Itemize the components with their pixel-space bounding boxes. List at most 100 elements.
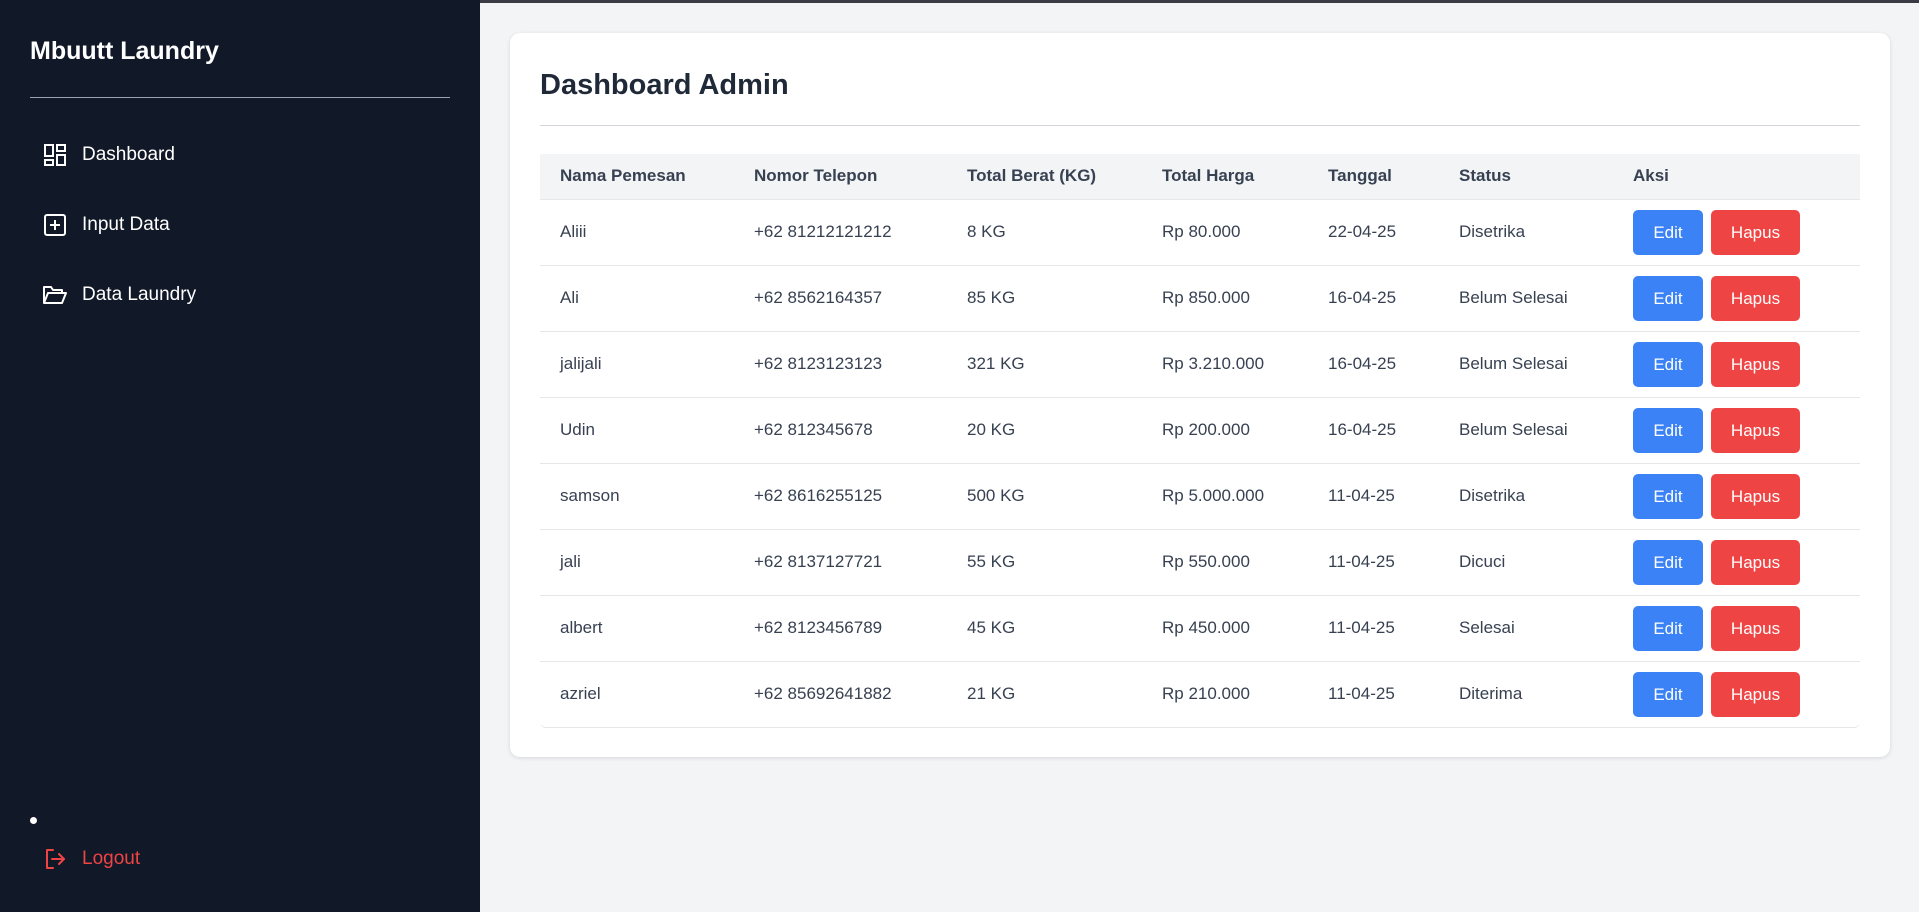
cell-status: Belum Selesai bbox=[1459, 354, 1568, 373]
cell-harga: Rp 850.000 bbox=[1162, 288, 1250, 307]
cell-harga: Rp 200.000 bbox=[1162, 420, 1250, 439]
brand-title: Mbuutt Laundry bbox=[30, 37, 219, 65]
table-row: Udin +62 812345678 20 KG Rp 200.000 16-0… bbox=[540, 397, 1860, 463]
edit-button[interactable]: Edit bbox=[1633, 209, 1703, 255]
cell-berat: 21 KG bbox=[967, 684, 1016, 704]
delete-button[interactable]: Hapus bbox=[1711, 341, 1800, 387]
logout-button[interactable]: Logout bbox=[42, 846, 140, 872]
cell-telepon: +62 81212121212 bbox=[754, 222, 892, 241]
cell-status: Diterima bbox=[1459, 684, 1523, 704]
delete-button[interactable]: Hapus bbox=[1711, 671, 1800, 717]
edit-button[interactable]: Edit bbox=[1633, 341, 1703, 387]
delete-button[interactable]: Hapus bbox=[1711, 539, 1800, 585]
delete-button[interactable]: Hapus bbox=[1711, 209, 1800, 255]
sidebar-item-data-laundry[interactable]: Data Laundry bbox=[30, 272, 450, 318]
cell-nama: albert bbox=[560, 618, 603, 637]
cell-aksi: Edit Hapus bbox=[1613, 397, 1860, 463]
cell-aksi: Edit Hapus bbox=[1613, 661, 1860, 727]
cell-harga: Rp 550.000 bbox=[1162, 552, 1250, 571]
cell-nama: jali bbox=[560, 552, 581, 571]
cell-telepon: +62 8123456789 bbox=[754, 618, 883, 637]
cell-nama: Aliii bbox=[560, 222, 587, 241]
cell-aksi: Edit Hapus bbox=[1613, 265, 1860, 331]
cell-nama: samson bbox=[560, 486, 620, 505]
cell-nama: jalijali bbox=[560, 354, 602, 373]
sidebar-item-label: Dashboard bbox=[82, 144, 175, 165]
dashboard-card: Dashboard Admin Nama Pemesan Nomor Telep… bbox=[510, 33, 1890, 757]
cell-status: Disetrika bbox=[1459, 222, 1526, 241]
table-row: Aliii +62 81212121212 8 KG Rp 80.000 22-… bbox=[540, 199, 1860, 265]
cell-harga: Rp 210.000 bbox=[1162, 684, 1250, 704]
cell-telepon: +62 85692641882 bbox=[754, 684, 892, 704]
column-header-telepon: Nomor Telepon bbox=[754, 166, 878, 186]
cell-tanggal: 11-04-25 bbox=[1328, 618, 1395, 637]
sidebar-nav: Dashboard Input Data Data Laundry bbox=[30, 132, 450, 342]
cell-harga: Rp 450.000 bbox=[1162, 618, 1250, 637]
cell-harga: Rp 80.000 bbox=[1162, 222, 1241, 241]
sidebar-item-dashboard[interactable]: Dashboard bbox=[30, 132, 450, 178]
column-header-harga: Total Harga bbox=[1162, 166, 1255, 186]
cell-aksi: Edit Hapus bbox=[1613, 463, 1860, 529]
sidebar-item-label: Input Data bbox=[82, 214, 170, 235]
table-body: Aliii +62 81212121212 8 KG Rp 80.000 22-… bbox=[540, 199, 1860, 727]
edit-button[interactable]: Edit bbox=[1633, 275, 1703, 321]
column-header-tanggal: Tanggal bbox=[1328, 166, 1392, 186]
cell-harga: Rp 5.000.000 bbox=[1162, 486, 1265, 505]
cell-status: Belum Selesai bbox=[1459, 288, 1568, 307]
cell-berat: 45 KG bbox=[967, 618, 1016, 637]
table-row: samson +62 8616255125 500 KG Rp 5.000.00… bbox=[540, 463, 1860, 529]
cell-berat: 55 KG bbox=[967, 552, 1016, 571]
title-divider bbox=[540, 125, 1860, 126]
list-bullet bbox=[30, 817, 37, 824]
delete-button[interactable]: Hapus bbox=[1711, 407, 1800, 453]
edit-button[interactable]: Edit bbox=[1633, 473, 1703, 519]
laundry-table-container: Nama Pemesan Nomor Telepon Total Berat (… bbox=[540, 154, 1860, 728]
brand-divider bbox=[30, 97, 450, 98]
table-row: albert +62 8123456789 45 KG Rp 450.000 1… bbox=[540, 595, 1860, 661]
cell-status: Dicuci bbox=[1459, 552, 1506, 571]
column-header-status: Status bbox=[1459, 166, 1511, 186]
cell-berat: 500 KG bbox=[967, 486, 1025, 505]
delete-button[interactable]: Hapus bbox=[1711, 473, 1800, 519]
cell-nama: Ali bbox=[560, 288, 579, 307]
page-title: Dashboard Admin bbox=[540, 69, 789, 101]
edit-button[interactable]: Edit bbox=[1633, 605, 1703, 651]
cell-berat: 8 KG bbox=[967, 222, 1006, 241]
column-header-aksi: Aksi bbox=[1633, 166, 1669, 186]
cell-tanggal: 11-04-25 bbox=[1328, 552, 1395, 571]
cell-tanggal: 11-04-25 bbox=[1328, 486, 1395, 505]
cell-telepon: +62 8562164357 bbox=[754, 288, 883, 307]
sidebar: Mbuutt Laundry Dashboard Input Data Data… bbox=[0, 0, 480, 912]
column-header-berat: Total Berat (KG) bbox=[967, 166, 1097, 186]
table-row: azriel +62 85692641882 21 KG Rp 210.000 … bbox=[540, 661, 1860, 727]
cell-telepon: +62 8137127721 bbox=[754, 552, 883, 571]
table-row: Ali +62 8562164357 85 KG Rp 850.000 16-0… bbox=[540, 265, 1860, 331]
cell-aksi: Edit Hapus bbox=[1613, 529, 1860, 595]
cell-telepon: +62 8616255125 bbox=[754, 486, 883, 505]
delete-button[interactable]: Hapus bbox=[1711, 605, 1800, 651]
cell-aksi: Edit Hapus bbox=[1613, 199, 1860, 265]
cell-berat: 321 KG bbox=[967, 354, 1025, 373]
cell-tanggal: 16-04-25 bbox=[1328, 288, 1397, 307]
logout-label: Logout bbox=[82, 848, 141, 869]
cell-berat: 85 KG bbox=[967, 288, 1016, 307]
laundry-table: Nama Pemesan Nomor Telepon Total Berat (… bbox=[540, 154, 1860, 727]
plus-square-icon bbox=[42, 212, 68, 238]
sidebar-item-input-data[interactable]: Input Data bbox=[30, 202, 450, 248]
cell-status: Selesai bbox=[1459, 618, 1515, 637]
cell-status: Belum Selesai bbox=[1459, 420, 1568, 439]
folder-open-icon bbox=[42, 282, 68, 308]
cell-berat: 20 KG bbox=[967, 420, 1016, 439]
cell-tanggal: 16-04-25 bbox=[1328, 420, 1397, 439]
table-row: jali +62 8137127721 55 KG Rp 550.000 11-… bbox=[540, 529, 1860, 595]
cell-telepon: +62 8123123123 bbox=[754, 354, 883, 373]
delete-button[interactable]: Hapus bbox=[1711, 275, 1800, 321]
edit-button[interactable]: Edit bbox=[1633, 539, 1703, 585]
edit-button[interactable]: Edit bbox=[1633, 407, 1703, 453]
cell-tanggal: 22-04-25 bbox=[1328, 222, 1397, 241]
cell-nama: Udin bbox=[560, 420, 595, 439]
edit-button[interactable]: Edit bbox=[1633, 671, 1703, 717]
cell-nama: azriel bbox=[560, 684, 601, 704]
cell-aksi: Edit Hapus bbox=[1613, 595, 1860, 661]
column-header-nama: Nama Pemesan bbox=[560, 166, 686, 186]
